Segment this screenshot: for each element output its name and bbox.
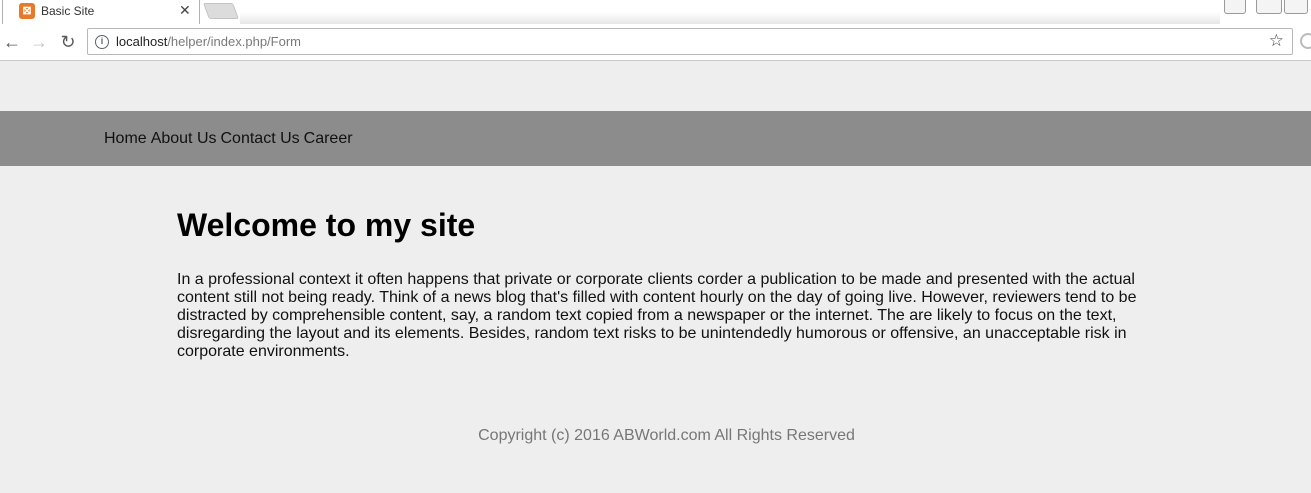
browser-toolbar: ← → ↻ i localhost/helper/index.php/Form … (0, 24, 1311, 61)
back-arrow-icon[interactable]: ← (2, 31, 22, 53)
user-profile-icon[interactable] (1224, 0, 1246, 14)
url-path: /helper/index.php/Form (167, 34, 301, 49)
nav-link-contact[interactable]: Contact Us (221, 130, 300, 147)
minimize-window-icon[interactable] (1256, 0, 1282, 14)
intro-paragraph: In a professional context it often happe… (177, 271, 1137, 360)
main-content: Welcome to my site In a professional con… (177, 206, 1157, 361)
tab-close-icon[interactable]: ✕ (179, 2, 191, 18)
info-icon[interactable]: i (95, 35, 109, 49)
forward-arrow-icon[interactable]: → (29, 31, 49, 53)
nav-link-home[interactable]: Home (104, 130, 147, 147)
url-host: localhost (116, 34, 168, 49)
web-page: Home About Us Contact Us Career Welcome to … (0, 62, 1311, 493)
page-heading: Welcome to my site (177, 207, 476, 243)
tab-title: Basic Site (41, 4, 95, 18)
address-bar[interactable]: i localhost/helper/index.php/Form ☆ (87, 28, 1293, 55)
browser-tabstrip: ⊠ Basic Site ✕ (0, 0, 1311, 24)
maximize-window-icon[interactable] (1284, 0, 1308, 14)
extension-icon[interactable] (1300, 33, 1311, 49)
xampp-favicon-icon: ⊠ (19, 3, 35, 19)
nav-links: Home About Us Contact Us Career (104, 129, 357, 149)
url-text[interactable]: localhost/helper/index.php/Form (116, 34, 301, 50)
browser-tab[interactable]: ⊠ Basic Site ✕ (2, 0, 200, 24)
nav-link-about[interactable]: About Us (151, 130, 217, 147)
new-tab-button[interactable] (203, 3, 239, 19)
star-icon[interactable]: ☆ (1269, 31, 1284, 51)
site-navbar: Home About Us Contact Us Career (0, 111, 1311, 166)
tabstrip-background (240, 12, 1220, 24)
nav-link-career[interactable]: Career (304, 130, 353, 147)
footer-copyright: Copyright (c) 2016 ABWorld.com All Right… (478, 427, 855, 444)
reload-icon[interactable]: ↻ (58, 31, 78, 53)
